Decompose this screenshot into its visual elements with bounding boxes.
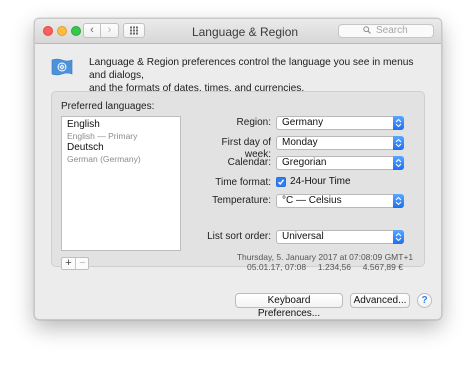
region-label: Region: xyxy=(236,117,271,128)
date-format-sample: Thursday, 5. January 2017 at 07:08:09 GM… xyxy=(236,252,414,262)
grid-icon xyxy=(130,26,138,35)
time-format-label: Time format: xyxy=(215,177,271,188)
back-button[interactable]: ‹ xyxy=(83,23,101,38)
language-name: Deutsch xyxy=(67,142,104,153)
help-button[interactable]: ? xyxy=(417,293,432,308)
forward-button[interactable]: › xyxy=(101,23,119,38)
list-item-english[interactable]: English English — Primary xyxy=(67,119,137,141)
remove-language-button[interactable]: − xyxy=(76,258,89,269)
preferred-languages-list[interactable]: English English — Primary Deutsch German… xyxy=(61,116,181,251)
language-region-window: ‹ › Language & Region Search Language & … xyxy=(34,18,442,320)
24-hour-time-label[interactable]: 24-Hour Time xyxy=(290,176,351,188)
temperature-label: Temperature: xyxy=(212,195,271,206)
search-placeholder: Search xyxy=(376,25,408,36)
temperature-popup[interactable]: °C — Celsius xyxy=(276,194,404,208)
region-value: Germany xyxy=(282,117,324,128)
24-hour-time-checkbox[interactable] xyxy=(276,177,286,187)
calendar-popup[interactable]: Gregorian xyxy=(276,156,404,170)
add-remove-control: + − xyxy=(61,257,89,270)
updown-chevron-icon xyxy=(393,194,404,208)
zoom-window-button[interactable] xyxy=(71,26,81,36)
list-sort-order-label: List sort order: xyxy=(207,231,271,242)
window-title: Language & Region xyxy=(191,25,299,39)
language-subtitle: German (Germany) xyxy=(67,154,141,164)
language-name: English xyxy=(67,119,100,130)
add-language-button[interactable]: + xyxy=(62,258,76,269)
list-sort-order-value: Universal xyxy=(282,231,324,242)
description-text: Language & Region preferences control th… xyxy=(89,56,419,95)
updown-chevron-icon xyxy=(393,136,404,150)
updown-chevron-icon xyxy=(393,230,404,244)
first-day-value: Monday xyxy=(282,137,318,148)
checkmark-icon xyxy=(277,179,285,186)
first-day-popup[interactable]: Monday xyxy=(276,136,404,150)
language-subtitle: English — Primary xyxy=(67,131,138,141)
keyboard-preferences-button[interactable]: Keyboard Preferences... xyxy=(235,293,343,319)
region-popup[interactable]: Germany xyxy=(276,116,404,130)
calendar-label: Calendar: xyxy=(227,157,271,168)
number-format-sample: 05.01.17, 07:08 1.234,56 4.567,89 € xyxy=(247,262,403,272)
un-flag-icon xyxy=(51,58,73,76)
search-field[interactable]: Search xyxy=(338,24,434,38)
search-icon xyxy=(363,26,371,34)
updown-chevron-icon xyxy=(393,116,404,130)
minimize-window-button[interactable] xyxy=(57,26,67,36)
advanced-button[interactable]: Advanced... xyxy=(350,293,410,308)
close-window-button[interactable] xyxy=(43,26,53,36)
list-sort-order-popup[interactable]: Universal xyxy=(276,230,404,244)
list-item-deutsch[interactable]: Deutsch German (Germany) xyxy=(67,142,141,164)
preferred-languages-title: Preferred languages: xyxy=(61,101,155,112)
temperature-value: °C — Celsius xyxy=(282,195,342,206)
updown-chevron-icon xyxy=(393,156,404,170)
title-bar: ‹ › Language & Region Search xyxy=(35,19,441,44)
show-all-button[interactable] xyxy=(123,23,145,38)
calendar-value: Gregorian xyxy=(282,157,327,168)
description-line: Language & Region preferences control th… xyxy=(89,57,414,81)
